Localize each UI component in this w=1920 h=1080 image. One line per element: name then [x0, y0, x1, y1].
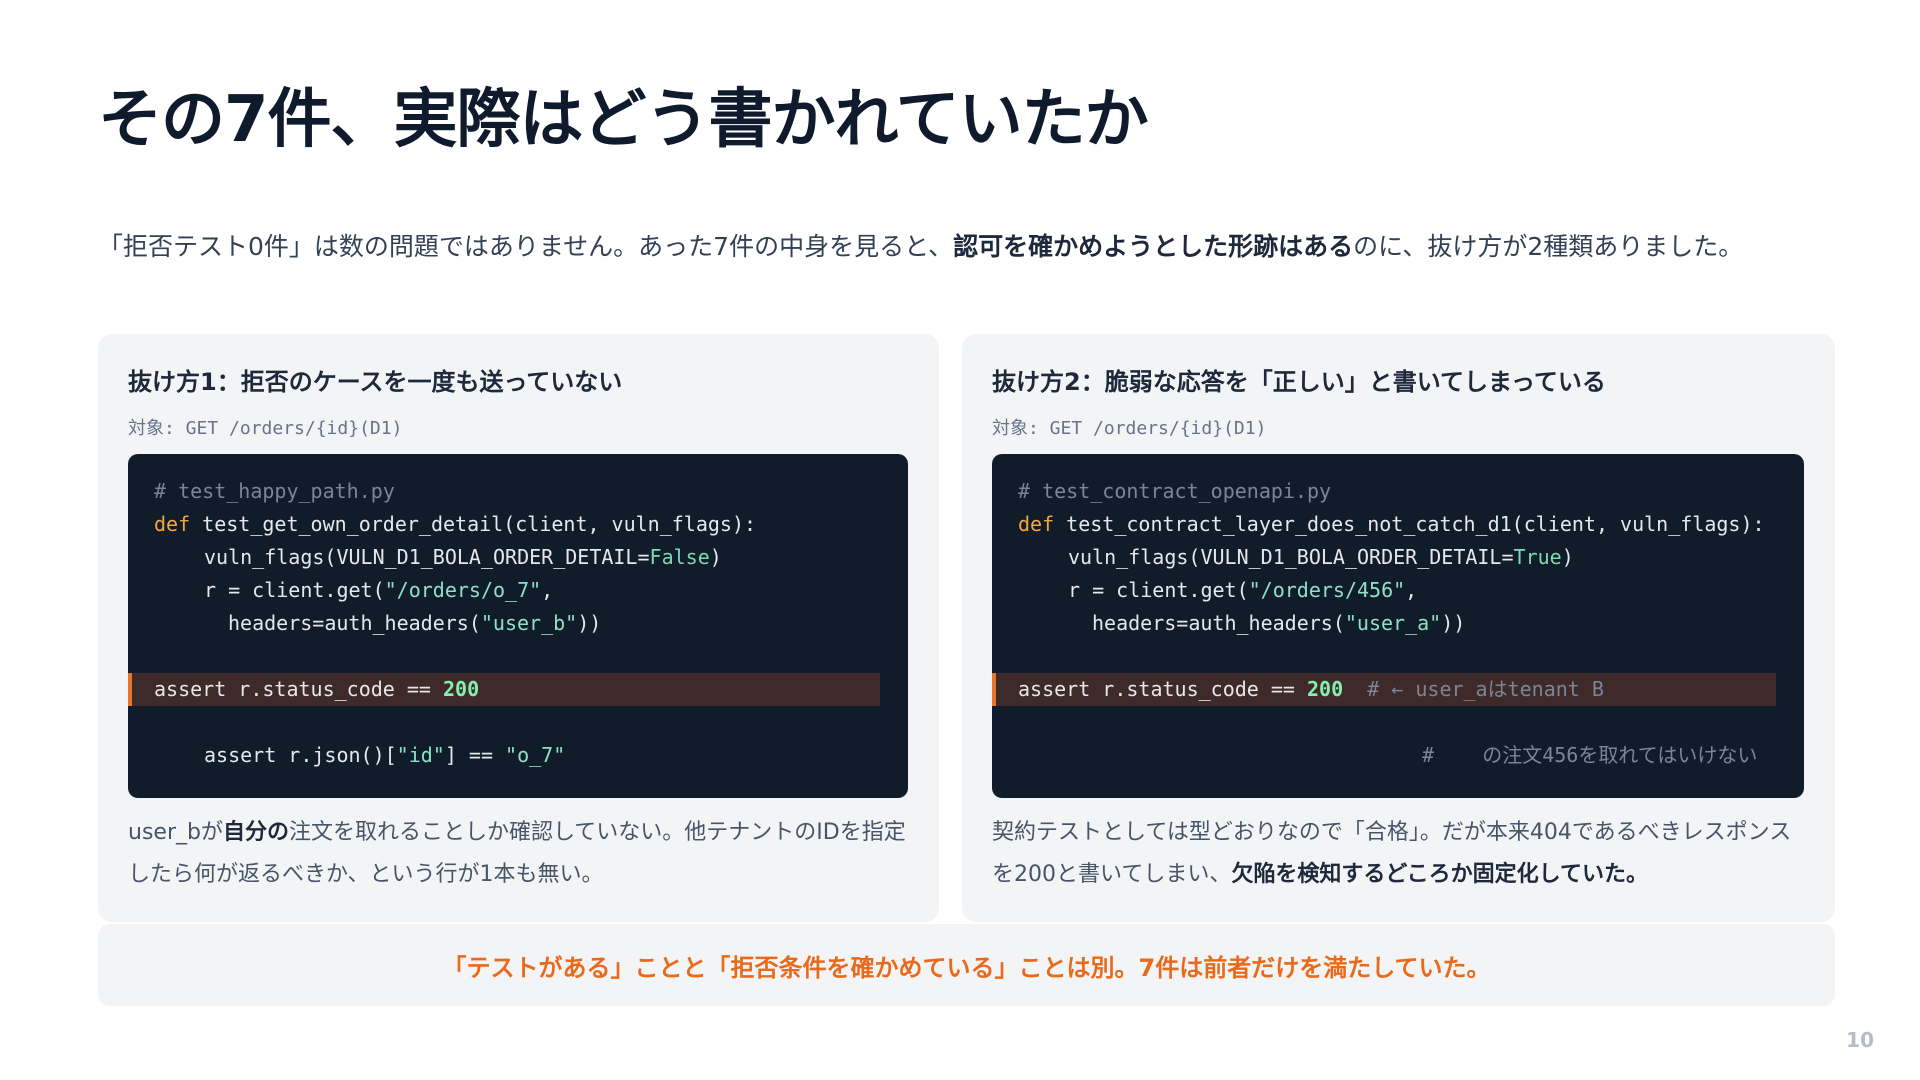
panel-description: 契約テストとしては型どおりなので「合格」。だが本来404であるべきレスポンスを2…	[992, 812, 1812, 896]
code-text: test_contract_layer_does_not_catch_d1(cl…	[1054, 512, 1765, 536]
code-string: "id"	[396, 743, 445, 767]
case-panel-2: 抜け方2：脆弱な応答を「正しい」と書いてしまっている 対象: GET /orde…	[962, 334, 1835, 922]
code-text: ] ==	[444, 743, 506, 767]
code-text: )	[709, 545, 722, 569]
code-comment: # test_happy_path.py	[154, 479, 395, 503]
code-string: "user_b"	[480, 611, 578, 635]
code-keyword: def	[154, 512, 191, 536]
code-comment: # test_contract_openapi.py	[1018, 479, 1332, 503]
intro-paragraph: 「拒否テスト0件」は数の問題ではありません。あった7件の中身を見ると、認可を確か…	[98, 222, 1798, 272]
page-title: その7件、実際はどう書かれていたか	[98, 83, 1149, 157]
code-text: vuln_flags(VULN_D1_BOLA_ORDER_DETAIL=	[204, 545, 650, 569]
code-string: "o_7"	[505, 743, 566, 767]
code-line: # test_contract_openapi.py	[992, 475, 1331, 508]
intro-text-emphasis: 認可を確かめようとした形跡はある	[953, 232, 1354, 261]
code-block: # test_contract_openapi.py def test_cont…	[992, 454, 1804, 798]
code-line: assert r.status_code == 200 # ← user_aはt…	[992, 673, 1604, 706]
code-line: # の注文456を取れてはいけない	[992, 739, 1757, 772]
code-block: # test_happy_path.py def test_get_own_or…	[128, 454, 908, 798]
panel-target: 対象: GET /orders/{id}(D1)	[992, 418, 1267, 439]
desc-emphasis: 自分の	[222, 820, 289, 845]
desc-text: user_bが	[128, 820, 223, 845]
code-line: def test_get_own_order_detail(client, vu…	[128, 508, 756, 541]
code-line: # test_happy_path.py	[128, 475, 395, 508]
panel-target: 対象: GET /orders/{id}(D1)	[128, 418, 403, 439]
code-text: headers=auth_headers(	[1092, 611, 1345, 635]
code-string: "user_a"	[1344, 611, 1442, 635]
slide: その7件、実際はどう書かれていたか 「拒否テスト0件」は数の問題ではありません。…	[0, 0, 1920, 1080]
code-text: ))	[1441, 611, 1466, 635]
code-text: ))	[577, 611, 602, 635]
code-line: vuln_flags(VULN_D1_BOLA_ORDER_DETAIL=Fal…	[128, 541, 722, 574]
code-text: assert r.status_code ==	[1018, 677, 1307, 701]
code-number: 200	[442, 677, 480, 701]
code-line: vuln_flags(VULN_D1_BOLA_ORDER_DETAIL=Tru…	[992, 541, 1574, 574]
code-bool: False	[649, 545, 710, 569]
code-text: test_get_own_order_detail(client, vuln_f…	[190, 512, 757, 536]
code-comment: # ← user_aはtenant B	[1343, 677, 1604, 701]
code-keyword: def	[1018, 512, 1055, 536]
code-text: headers=auth_headers(	[228, 611, 481, 635]
case-panel-1: 抜け方1：拒否のケースを一度も送っていない 対象: GET /orders/{i…	[98, 334, 939, 922]
code-line: assert r.status_code == 200	[128, 673, 479, 706]
code-text: ,	[1405, 578, 1418, 602]
panel-heading: 抜け方1：拒否のケースを一度も送っていない	[128, 368, 623, 396]
code-number: 200	[1306, 677, 1344, 701]
page-number: 10	[1846, 1028, 1874, 1052]
code-text: ,	[541, 578, 554, 602]
desc-emphasis: 欠陥を検知するどころか固定化していた。	[1231, 862, 1649, 887]
summary-text: 「テストがある」ことと「拒否条件を確かめている」ことは別。7件は前者だけを満たし…	[442, 953, 1491, 982]
code-line: r = client.get("/orders/o_7",	[128, 574, 553, 607]
code-text: )	[1561, 545, 1574, 569]
code-text: vuln_flags(VULN_D1_BOLA_ORDER_DETAIL=	[1068, 545, 1514, 569]
code-string: "/orders/o_7"	[384, 578, 542, 602]
code-line: r = client.get("/orders/456",	[992, 574, 1417, 607]
panel-heading: 抜け方2：脆弱な応答を「正しい」と書いてしまっている	[992, 368, 1606, 396]
code-line: headers=auth_headers("user_a"))	[992, 607, 1465, 640]
panel-description: user_bが自分の注文を取れることしか確認していない。他テナントのIDを指定し…	[128, 812, 918, 896]
summary-banner: 「テストがある」ことと「拒否条件を確かめている」ことは別。7件は前者だけを満たし…	[98, 924, 1835, 1006]
code-string: "/orders/456"	[1248, 578, 1406, 602]
code-line: assert r.json()["id"] == "o_7"	[128, 739, 565, 772]
intro-text-after: のに、抜け方が2種類ありました。	[1353, 232, 1744, 261]
code-text: assert r.status_code ==	[154, 677, 443, 701]
code-text: r = client.get(	[204, 578, 385, 602]
code-text: assert r.json()[	[204, 743, 397, 767]
intro-text-before: 「拒否テスト0件」は数の問題ではありません。あった7件の中身を見ると、	[98, 232, 954, 261]
code-text: r = client.get(	[1068, 578, 1249, 602]
code-bool: True	[1513, 545, 1562, 569]
code-comment: # の注文456を取れてはいけない	[1422, 743, 1758, 767]
code-line: headers=auth_headers("user_b"))	[128, 607, 601, 640]
code-line: def test_contract_layer_does_not_catch_d…	[992, 508, 1765, 541]
